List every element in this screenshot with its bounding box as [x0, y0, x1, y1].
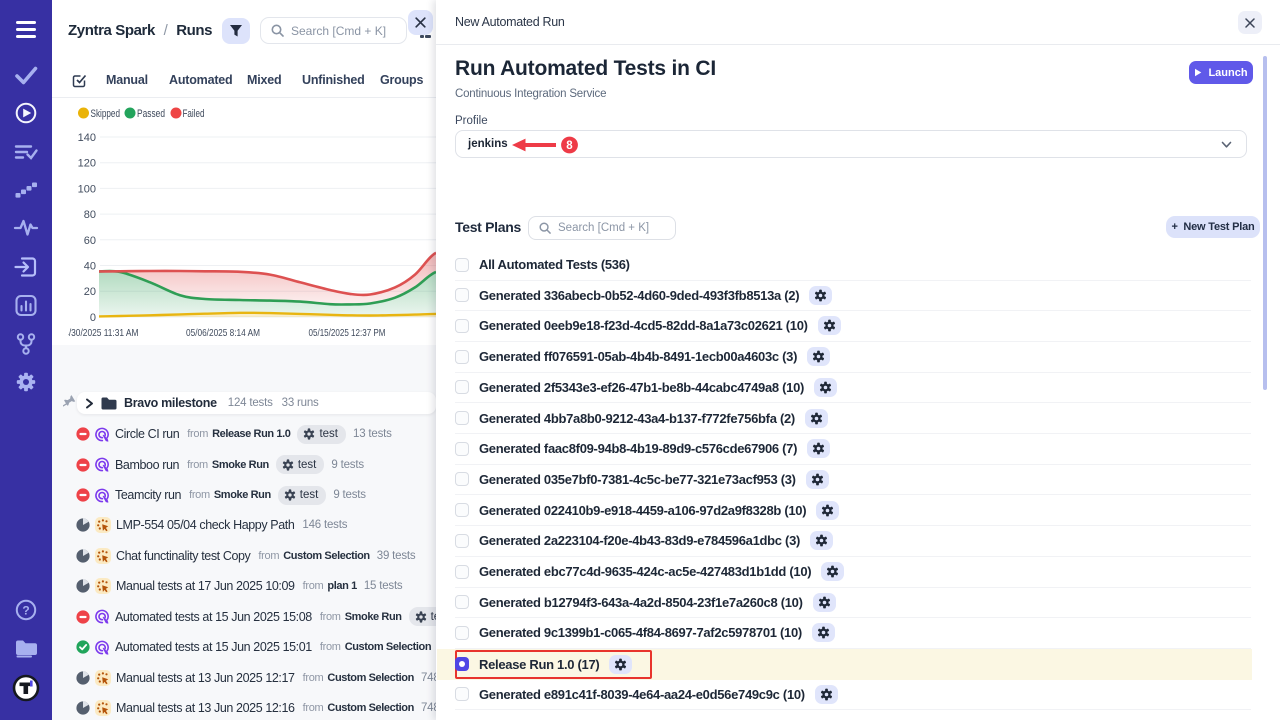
svg-text:Skipped: Skipped	[91, 108, 121, 120]
svg-text:Passed: Passed	[137, 108, 165, 120]
svg-text:120: 120	[78, 158, 96, 170]
svg-text:04/30/2025 11:31 AM: 04/30/2025 11:31 AM	[68, 327, 139, 339]
svg-text:0: 0	[90, 312, 96, 324]
svg-text:60: 60	[84, 235, 96, 247]
svg-text:05/15/2025 12:37 PM: 05/15/2025 12:37 PM	[309, 327, 386, 339]
svg-text:Failed: Failed	[183, 108, 205, 120]
svg-text:40: 40	[84, 261, 96, 273]
svg-text:05/06/2025 8:14 AM: 05/06/2025 8:14 AM	[186, 327, 260, 339]
svg-text:100: 100	[78, 183, 96, 195]
svg-text:140: 140	[78, 132, 96, 144]
svg-text:8: 8	[566, 140, 573, 152]
svg-text:?: ?	[22, 604, 29, 618]
svg-text:80: 80	[84, 209, 96, 221]
svg-text:20: 20	[84, 286, 96, 298]
